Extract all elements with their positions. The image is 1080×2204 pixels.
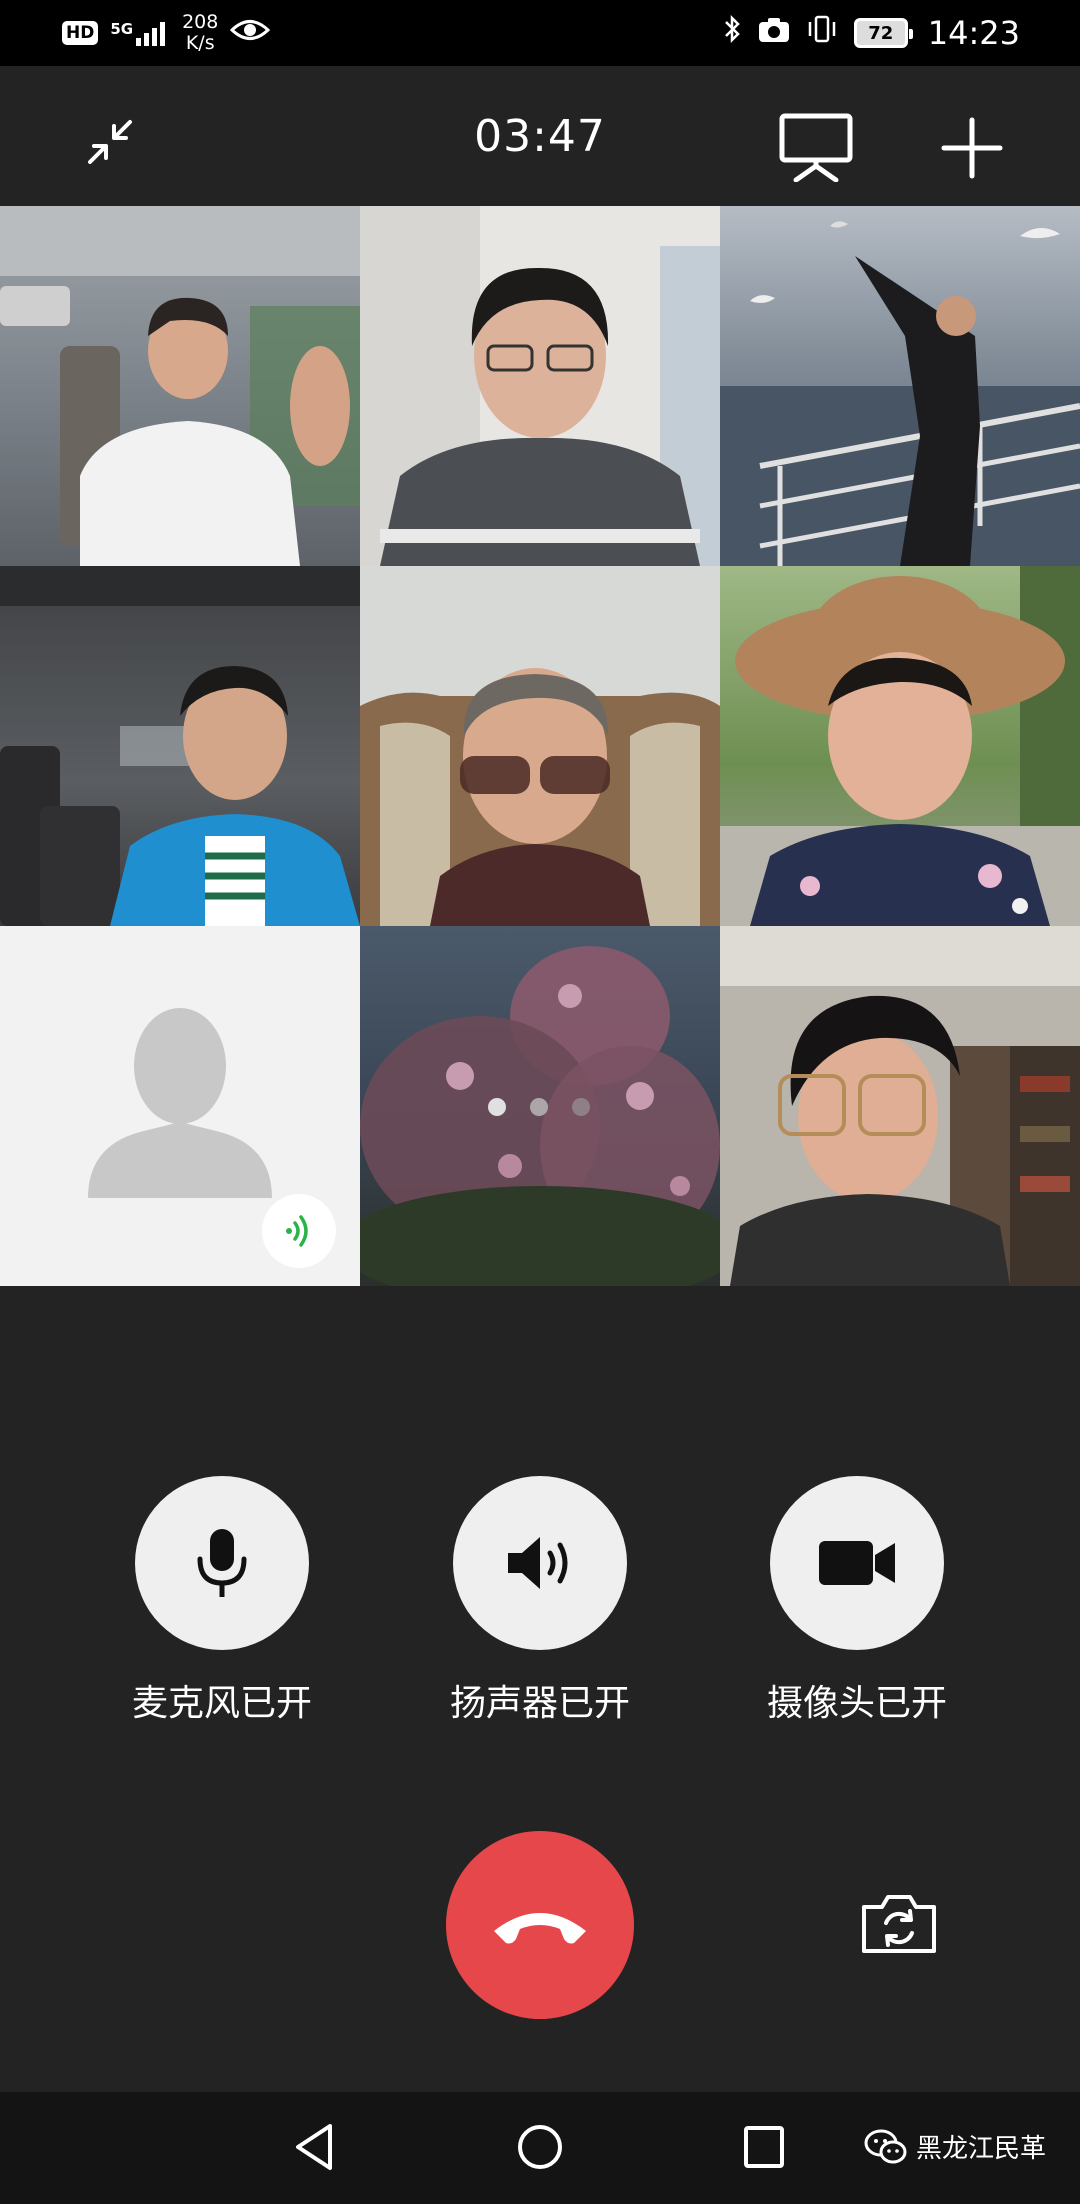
video-feed-2	[360, 206, 720, 566]
video-tile-7[interactable]	[0, 926, 360, 1286]
video-tile-6[interactable]	[720, 566, 1080, 926]
recents-square-icon	[744, 2126, 784, 2168]
video-feed-6	[720, 566, 1080, 926]
video-tile-4[interactable]	[0, 566, 360, 926]
eye-icon	[230, 16, 271, 51]
speaker-control: 扬声器已开	[410, 1476, 670, 1726]
loading-dot	[530, 1098, 548, 1116]
add-participant-button[interactable]	[940, 116, 1004, 184]
loading-dot	[572, 1098, 590, 1116]
loading-dots	[488, 1098, 590, 1116]
vibrate-icon	[806, 14, 838, 52]
network-type: 5G	[110, 20, 134, 38]
video-tile-2[interactable]	[360, 206, 720, 566]
speaker-button[interactable]	[453, 1476, 627, 1650]
video-grid	[0, 206, 1080, 1286]
nav-back-button[interactable]	[292, 2122, 336, 2176]
video-tile-1[interactable]	[0, 206, 360, 566]
battery-indicator: 72	[853, 18, 913, 48]
sound-wave-icon	[286, 1215, 308, 1247]
call-controls: 麦克风已开 扬声器已开 摄像头已开	[0, 1476, 1080, 1746]
screen-share-button[interactable]	[778, 112, 854, 186]
video-camera-icon	[819, 1541, 895, 1585]
call-timer: 03:47	[474, 110, 606, 162]
status-right: 72 14:23	[722, 14, 1020, 52]
switch-camera-button[interactable]	[860, 1893, 938, 1959]
speed-unit: K/s	[185, 32, 215, 54]
home-circle-icon	[518, 2125, 562, 2169]
network-speed: 208 K/s	[182, 12, 218, 54]
speaker-label: 扬声器已开	[449, 1683, 630, 1724]
video-feed-9	[720, 926, 1080, 1286]
watermark: 黑龙江民革	[864, 2128, 1046, 2165]
call-top-bar: 03:47	[0, 66, 1080, 206]
speaker-icon	[508, 1537, 568, 1589]
signal-icon: 5G	[110, 20, 170, 46]
status-bar: HD 5G 208 K/s 72 14:23	[0, 0, 1080, 66]
video-tile-9[interactable]	[720, 926, 1080, 1286]
video-feed-5	[360, 668, 720, 926]
voice-activity-indicator	[262, 1194, 336, 1268]
screen-share-icon	[779, 113, 853, 183]
nav-recents-button[interactable]	[742, 2122, 786, 2176]
plus-icon	[941, 117, 1003, 179]
video-tile-5[interactable]	[360, 566, 720, 926]
status-left: HD 5G 208 K/s	[62, 12, 271, 54]
bluetooth-icon	[722, 14, 742, 52]
microphone-icon	[197, 1529, 247, 1597]
video-feed-4	[0, 566, 360, 926]
microphone-label: 麦克风已开	[131, 1683, 312, 1724]
hang-up-button[interactable]	[446, 1831, 634, 2019]
nav-home-button[interactable]	[516, 2122, 564, 2176]
video-tile-3[interactable]	[720, 206, 1080, 566]
loading-dot	[488, 1098, 506, 1116]
phone-hangup-icon	[494, 1913, 586, 1944]
microphone-control: 麦克风已开	[92, 1476, 352, 1726]
back-triangle-icon	[296, 2124, 332, 2170]
camera-status-icon	[758, 16, 790, 51]
video-tile-8[interactable]	[360, 926, 720, 1286]
video-feed-3	[720, 221, 1080, 566]
wechat-icon	[864, 2129, 907, 2163]
watermark-text: 黑龙江民革	[916, 2134, 1047, 2164]
speed-value: 208	[182, 11, 219, 33]
hd-badge: HD	[62, 21, 99, 45]
system-nav-bar: 黑龙江民革	[0, 2092, 1080, 2204]
status-clock: 14:23	[927, 14, 1020, 52]
camera-button[interactable]	[770, 1476, 944, 1650]
camera-control: 摄像头已开	[727, 1476, 987, 1726]
camera-label: 摄像头已开	[766, 1683, 947, 1724]
microphone-button[interactable]	[135, 1476, 309, 1650]
switch-camera-icon	[862, 1895, 936, 1953]
video-feed-1	[0, 206, 360, 566]
